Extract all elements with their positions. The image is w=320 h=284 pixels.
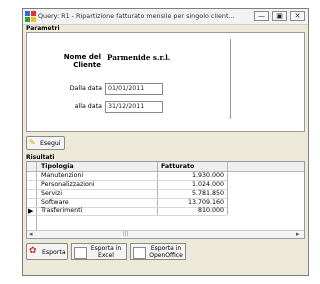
cell-tipologia[interactable]: Servizi — [41, 190, 62, 197]
window-title: Query: R1 - Ripartizione fatturato mensi… — [38, 12, 235, 20]
grid-col-line — [227, 162, 228, 215]
excel-icon — [74, 247, 87, 259]
query-window: Query: R1 - Ripartizione fatturato mensi… — [22, 8, 309, 276]
cliente-label: Nome del Cliente — [63, 53, 101, 69]
close-window-button[interactable]: ✕ — [290, 11, 305, 21]
current-row-indicator: ▶ — [28, 207, 34, 215]
cell-fatturato[interactable]: 13.709.160 — [161, 199, 224, 206]
cliente-value: Parmenide s.r.l. — [107, 53, 171, 62]
alla-data-label: alla data — [74, 103, 102, 110]
openoffice-icon — [133, 247, 146, 259]
export-excel-button[interactable]: Esporta in Excel — [71, 243, 127, 260]
cell-tipologia[interactable]: Manutenzioni — [41, 172, 83, 179]
export-button-label: Esporta — [42, 249, 66, 256]
run-button-label: Esegui — [40, 140, 61, 147]
minimize-button[interactable]: — — [254, 11, 269, 21]
row-separator — [27, 215, 227, 216]
title-bar[interactable]: Query: R1 - Ripartizione fatturato mensi… — [23, 9, 308, 25]
cell-fatturato[interactable]: 1.024.000 — [161, 181, 224, 188]
column-header-tipologia[interactable]: Tipologia — [41, 163, 74, 170]
column-header-fatturato[interactable]: Fatturato — [161, 163, 194, 170]
run-button[interactable]: ✎ Esegui — [26, 136, 65, 150]
export-excel-label: Esporta in Excel — [90, 245, 122, 259]
scroll-right-icon[interactable]: ▸ — [296, 230, 300, 238]
maximize-button[interactable]: ▣ — [272, 11, 287, 21]
run-icon: ✎ — [29, 138, 36, 147]
app-icon — [25, 11, 36, 22]
params-group-label: Parametri — [26, 25, 60, 32]
cell-fatturato[interactable]: 5.781.850 — [161, 190, 224, 197]
export-button[interactable]: ✿ Esporta — [26, 243, 68, 260]
horizontal-scrollbar[interactable]: ◂ ||| ▸ — [27, 230, 304, 238]
alla-data-input[interactable]: 31/12/2011 — [105, 101, 163, 113]
cell-tipologia[interactable]: Software — [41, 199, 69, 206]
grid-row-header-line — [36, 162, 37, 232]
cell-tipologia[interactable]: Personalizzazioni — [41, 181, 95, 188]
params-divider — [230, 39, 231, 119]
scrollbar-thumb[interactable]: ||| — [123, 231, 128, 237]
export-icon: ✿ — [29, 246, 37, 256]
export-openoffice-label: Esporta in OpenOffice — [149, 245, 183, 259]
export-openoffice-button[interactable]: Esporta in OpenOffice — [130, 243, 186, 260]
cell-fatturato[interactable]: 810.000 — [161, 207, 224, 214]
results-grid: Tipologia Fatturato Manutenzioni 1.930.0… — [26, 161, 305, 239]
cell-tipologia[interactable]: Trasferimenti — [41, 207, 82, 214]
params-panel: Nome del Cliente Parmenide s.r.l. Dalla … — [26, 32, 305, 132]
cell-fatturato[interactable]: 1.930.000 — [161, 172, 224, 179]
dalla-data-input[interactable]: 01/01/2011 — [105, 83, 163, 95]
dalla-data-label: Dalla data — [69, 85, 102, 92]
results-group-label: Risultati — [26, 154, 55, 161]
scroll-left-icon[interactable]: ◂ — [29, 230, 33, 238]
